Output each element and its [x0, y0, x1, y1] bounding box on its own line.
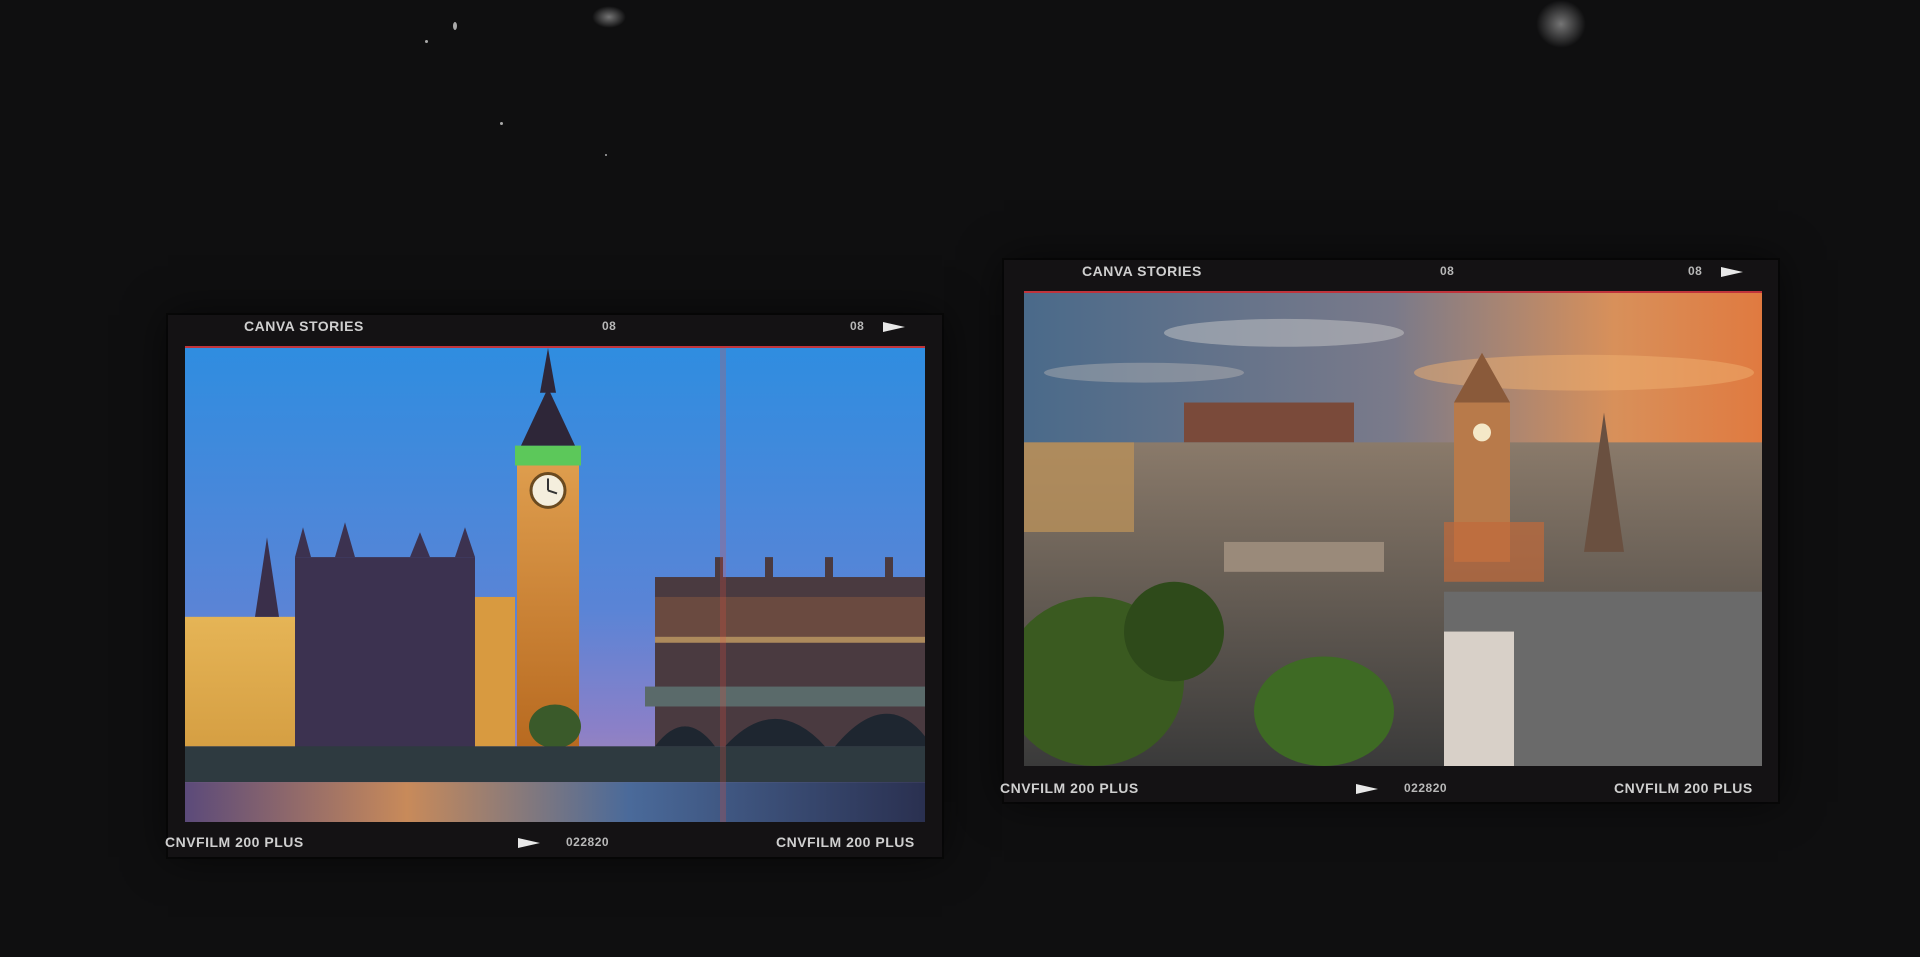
- frame-number-top-mid: 08: [1440, 264, 1455, 278]
- film-arrow-icon: [518, 838, 540, 848]
- frame-code-bottom: 022820: [1404, 781, 1448, 795]
- frame-code-bottom: 022820: [566, 835, 610, 849]
- dust-speck: [453, 22, 457, 30]
- frame-number-top-mid: 08: [602, 319, 617, 333]
- frame-number-top-right: 08: [850, 319, 865, 333]
- dust-blot: [1536, 0, 1586, 48]
- film-stage: CANVA STORIES 08 08 CNVFILM 200 PLUS 022…: [0, 0, 1920, 957]
- frame-number-top-right: 08: [1688, 264, 1703, 278]
- film-frame-edinburgh: CANVA STORIES 08 08 CNVFILM 200 PLUS 022…: [1000, 260, 1778, 802]
- dust-speck: [425, 40, 428, 43]
- dust-speck: [500, 122, 503, 125]
- film-stock-label-right: CNVFILM 200 PLUS: [776, 834, 915, 850]
- film-arrow-icon: [1356, 784, 1378, 794]
- film-stock-label-left: CNVFILM 200 PLUS: [1000, 780, 1139, 796]
- brand-label-top: CANVA STORIES: [244, 318, 364, 334]
- brand-label-top: CANVA STORIES: [1082, 263, 1202, 279]
- film-stock-label-left: CNVFILM 200 PLUS: [165, 834, 304, 850]
- film-arrow-icon: [1721, 267, 1743, 277]
- film-frame-london: CANVA STORIES 08 08 CNVFILM 200 PLUS 022…: [165, 315, 942, 857]
- dust-speck: [605, 154, 607, 156]
- dust-blot: [592, 6, 626, 28]
- photo-edinburgh: [1024, 291, 1762, 766]
- film-arrow-icon: [883, 322, 905, 332]
- photo-big-ben: [185, 346, 925, 822]
- big-ben-westminster-photo: [185, 348, 925, 822]
- film-stock-label-right: CNVFILM 200 PLUS: [1614, 780, 1753, 796]
- edinburgh-skyline-photo: [1024, 293, 1762, 766]
